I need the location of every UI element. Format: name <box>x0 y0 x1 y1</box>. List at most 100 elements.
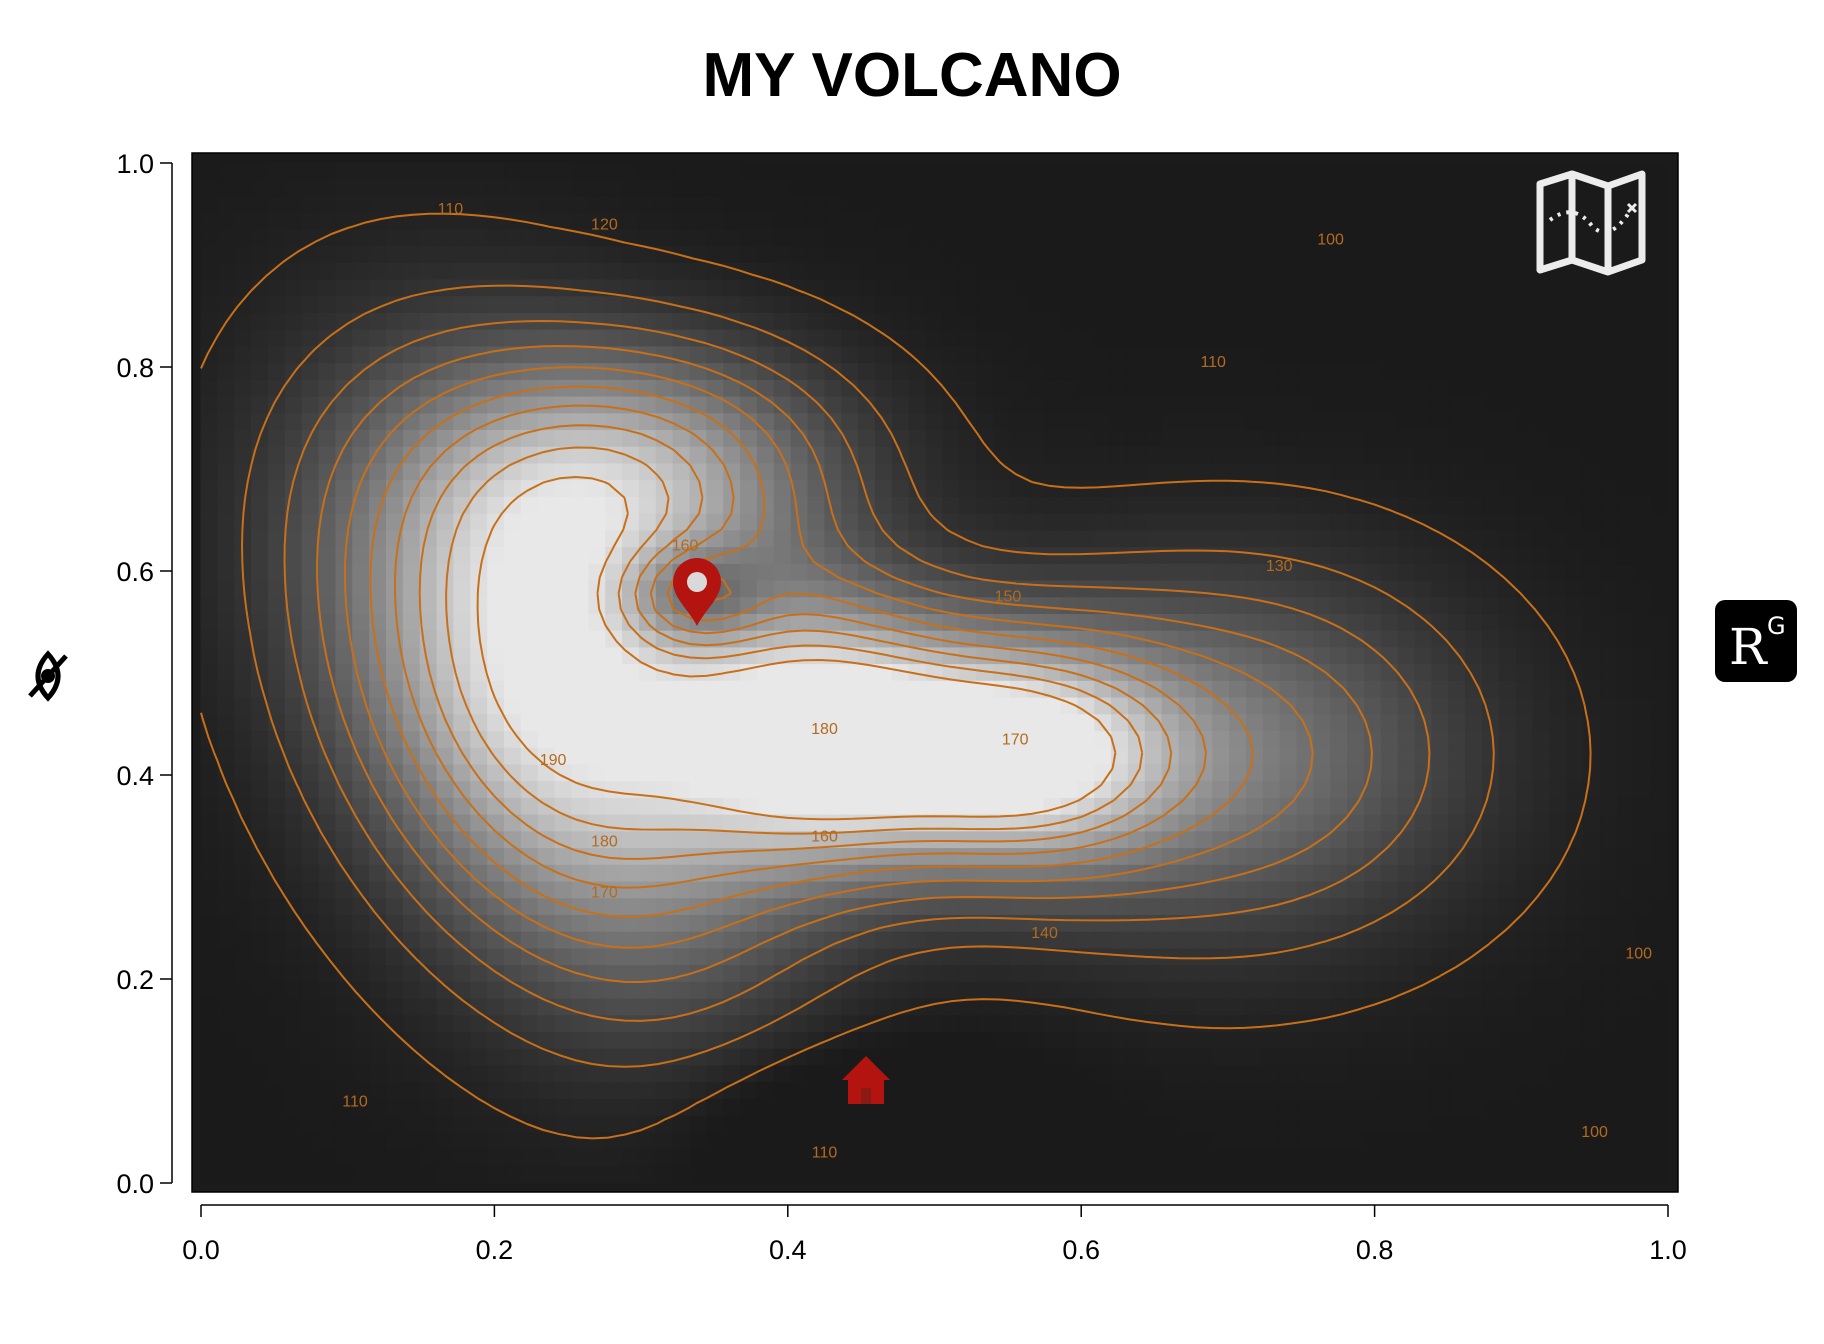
heat-cell <box>200 195 219 214</box>
heat-cell <box>1077 965 1096 983</box>
heat-cell <box>267 430 286 448</box>
heat-cell <box>470 881 489 900</box>
heat-cell <box>251 814 269 833</box>
heat-cell <box>1077 547 1096 565</box>
heat-cell <box>1363 664 1382 682</box>
heat-cell <box>1313 1032 1332 1050</box>
heat-cell <box>1229 463 1247 482</box>
heat-cell <box>740 781 758 799</box>
heat-cell <box>1515 563 1534 582</box>
heat-cell <box>1414 530 1433 549</box>
heat-cell <box>1448 162 1467 181</box>
heat-cell <box>352 580 371 599</box>
heat-cell <box>638 513 657 532</box>
heat-cell <box>1212 1082 1231 1100</box>
heat-cell <box>1600 580 1618 599</box>
heat-cell <box>318 530 337 549</box>
heat-cell <box>1127 446 1146 465</box>
heat-cell <box>1566 563 1585 582</box>
heat-cell <box>1549 430 1568 448</box>
heat-cell <box>234 1032 253 1050</box>
heat-cell <box>520 162 539 181</box>
heat-cell <box>1448 246 1467 264</box>
heat-cell <box>1498 1065 1517 1084</box>
heat-cell <box>1600 430 1618 448</box>
heat-cell <box>925 379 944 398</box>
heat-cell <box>1178 413 1197 432</box>
heat-cell <box>942 547 961 565</box>
heat-cell <box>1347 731 1365 749</box>
heat-cell <box>1448 697 1467 716</box>
heat-cell <box>1094 162 1113 181</box>
heat-cell <box>318 881 337 900</box>
heat-cell <box>689 312 708 331</box>
heat-cell <box>824 747 843 766</box>
heat-cell <box>1026 229 1045 248</box>
heat-cell <box>284 1048 303 1067</box>
heat-cell <box>1229 262 1247 281</box>
heat-cell <box>301 379 320 398</box>
heat-cell <box>756 764 775 783</box>
heat-cell <box>1161 463 1180 482</box>
heat-cell <box>1549 714 1568 733</box>
heat-cell <box>1616 513 1635 532</box>
heat-cell <box>1077 413 1096 432</box>
heat-cell <box>1026 747 1045 766</box>
heat-cell <box>1616 229 1635 248</box>
heat-cell <box>1566 864 1585 883</box>
heat-cell <box>352 714 371 733</box>
heat-cell <box>1397 580 1416 599</box>
heat-cell <box>352 781 371 799</box>
heat-cell <box>1600 998 1618 1017</box>
heat-cell <box>807 647 826 666</box>
heat-cell <box>1330 446 1349 465</box>
heat-cell <box>1195 563 1214 582</box>
heat-cell <box>706 430 725 448</box>
heat-cell <box>1465 1015 1484 1034</box>
heat-cell <box>1633 1015 1652 1034</box>
heat-cell <box>1347 1065 1365 1084</box>
heat-cell <box>1279 764 1298 783</box>
heat-cell <box>1532 296 1551 314</box>
heat-cell <box>1330 697 1349 716</box>
heat-cell <box>1498 513 1517 532</box>
heat-cell <box>740 480 758 498</box>
heat-cell <box>234 864 253 883</box>
heat-cell <box>402 162 421 181</box>
heat-cell <box>1279 195 1298 214</box>
heat-cell <box>841 547 860 565</box>
heat-cell <box>335 998 354 1017</box>
heat-cell <box>1127 312 1146 331</box>
heat-cell <box>672 179 691 197</box>
heat-cell <box>773 513 792 532</box>
heat-cell <box>1414 246 1433 264</box>
heat-cell <box>790 312 809 331</box>
heat-cell <box>1583 346 1602 365</box>
heat-cell <box>1060 480 1079 498</box>
heat-cell <box>588 981 607 1000</box>
heat-cell <box>655 1098 674 1117</box>
heat-cell <box>1279 446 1298 465</box>
heat-cell <box>1262 597 1281 615</box>
heat-cell <box>251 296 269 314</box>
heat-cell <box>1650 212 1669 231</box>
heat-cell <box>487 179 506 197</box>
heat-cell <box>554 379 573 398</box>
heat-cell <box>841 664 860 682</box>
heat-cell <box>1009 1048 1028 1067</box>
heat-cell <box>487 948 506 967</box>
heat-cell <box>1566 329 1585 348</box>
heat-cell <box>959 346 978 365</box>
heat-cell <box>1515 229 1534 248</box>
heat-cell <box>858 981 876 1000</box>
heat-cell <box>436 246 455 264</box>
heat-cell <box>1448 279 1467 298</box>
heat-cell <box>419 580 438 599</box>
heat-cell <box>891 1015 910 1034</box>
heat-cell <box>1465 697 1484 716</box>
heat-cell <box>1347 312 1365 331</box>
heat-cell <box>723 329 742 348</box>
heat-cell <box>537 296 556 314</box>
heat-cell <box>1549 413 1568 432</box>
heat-cell <box>1448 379 1467 398</box>
